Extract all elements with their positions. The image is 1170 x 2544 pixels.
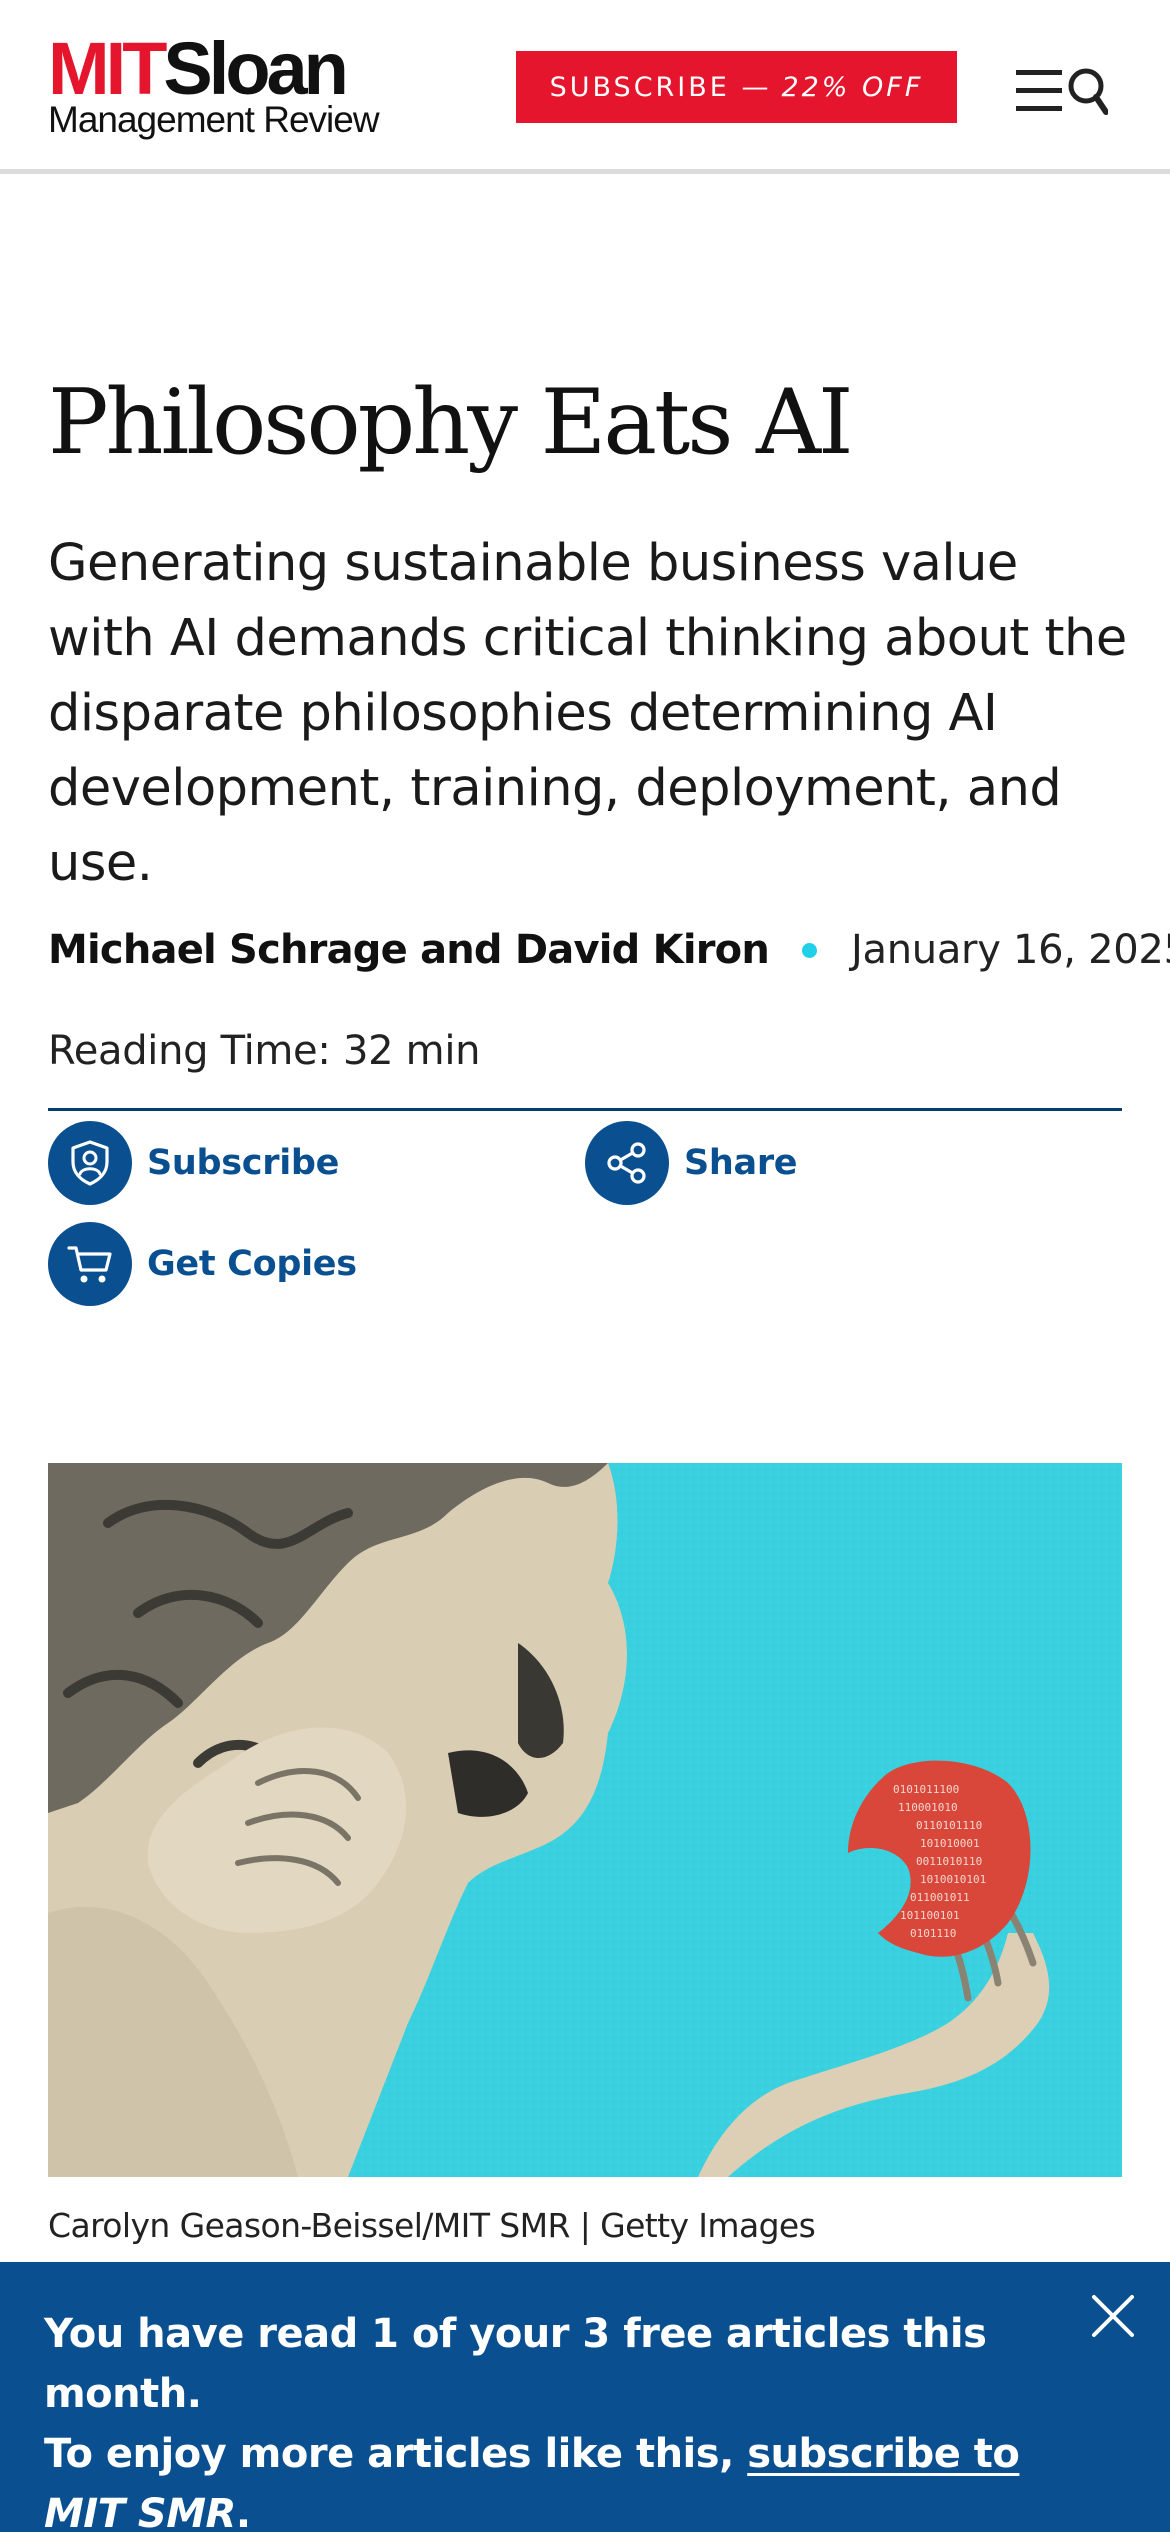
svg-text:110001010: 110001010 (898, 1801, 958, 1814)
hero-image: 0101011100 110001010 0110101110 10101000… (48, 1463, 1122, 2177)
get-copies-action-label: Get Copies (147, 1244, 357, 1284)
svg-text:0101011100: 0101011100 (893, 1783, 959, 1796)
share-action-label: Share (684, 1143, 798, 1183)
subscribe-offer-button[interactable]: SUBSCRIBE — 22% OFF (516, 51, 957, 123)
svg-text:101010001: 101010001 (920, 1837, 980, 1850)
subscribe-label: SUBSCRIBE — (549, 71, 772, 103)
banner-line1: You have read 1 of your 3 free articles … (44, 2311, 987, 2417)
subscribe-action[interactable]: Subscribe (48, 1121, 339, 1205)
divider (48, 1108, 1122, 1111)
article-authors[interactable]: Michael Schrage and David Kiron (48, 927, 770, 973)
subscribe-action-label: Subscribe (147, 1143, 340, 1183)
cart-icon (48, 1222, 132, 1306)
separator-dot (802, 942, 818, 958)
byline: Michael Schrage and David Kiron January … (48, 920, 1170, 980)
svg-text:101100101: 101100101 (900, 1909, 960, 1922)
menu-search-icon[interactable] (1014, 62, 1109, 118)
svg-text:0011010110: 0011010110 (916, 1855, 982, 1868)
svg-text:011001011: 011001011 (910, 1891, 970, 1904)
banner-message: You have read 1 of your 3 free articles … (44, 2304, 1044, 2544)
get-copies-action[interactable]: Get Copies (48, 1222, 357, 1306)
article-date: January 16, 2025 (851, 927, 1170, 973)
close-icon[interactable] (1090, 2293, 1136, 2339)
share-action[interactable]: Share (585, 1121, 798, 1205)
subscribe-link-brand: MIT SMR (44, 2491, 236, 2537)
logo-wordmark: MITSloan (48, 32, 349, 106)
share-icon (585, 1121, 669, 1205)
logo-subtitle: Management Review (48, 99, 380, 140)
article-title: Philosophy Eats AI (48, 370, 854, 475)
banner-line2-prefix: To enjoy more articles like this, (44, 2431, 734, 2477)
subscribe-offer: 22% OFF (781, 71, 924, 103)
svg-text:0101110: 0101110 (910, 1927, 956, 1940)
svg-text:1010010101: 1010010101 (920, 1873, 986, 1886)
shield-user-icon (48, 1121, 132, 1205)
subscribe-link-prefix: subscribe to (747, 2431, 1020, 2477)
mit-smr-logo[interactable]: MITSloan Management Review (48, 32, 388, 142)
article-dek: Generating sustainable business value wi… (48, 534, 1127, 893)
hero-caption: Carolyn Geason-Beissel/MIT SMR | Getty I… (48, 2206, 816, 2245)
reading-time: Reading Time: 32 min (48, 1028, 481, 1074)
site-header: MITSloan Management Review SUBSCRIBE — 22… (0, 0, 1170, 174)
svg-text:0110101110: 0110101110 (916, 1819, 982, 1832)
banner-suffix: . (235, 2491, 251, 2537)
free-articles-banner: You have read 1 of your 3 free articles … (0, 2262, 1170, 2537)
